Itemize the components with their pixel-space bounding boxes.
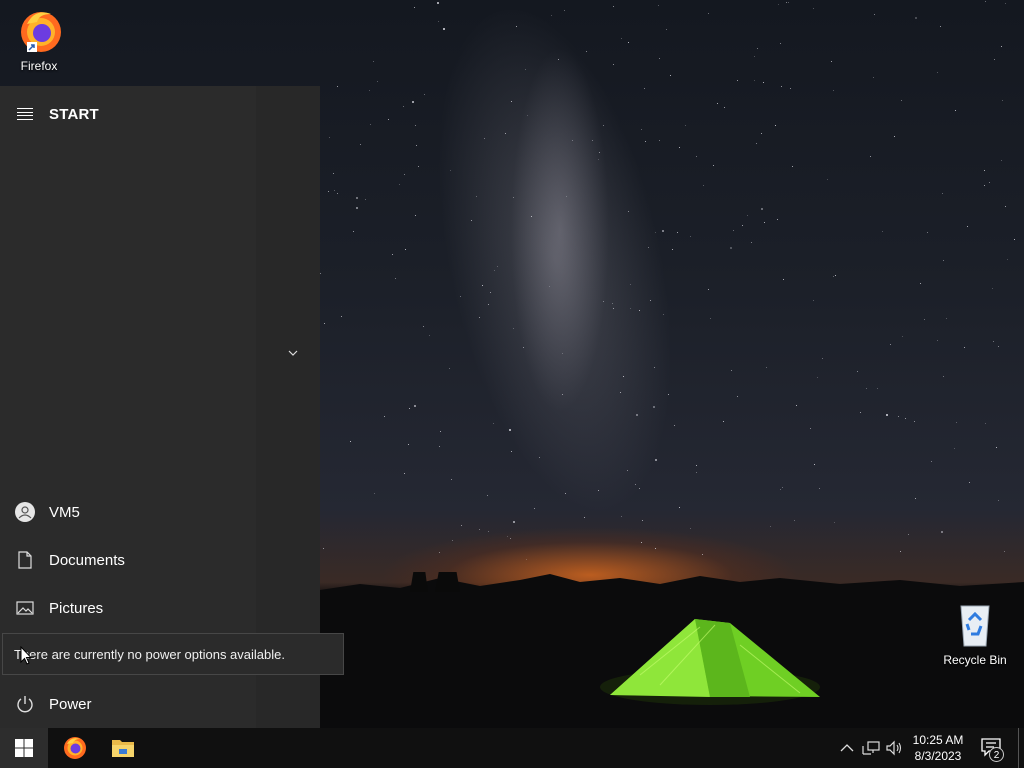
start-button[interactable] [0,728,48,768]
network-icon[interactable] [862,740,880,756]
start-item-label: Power [49,695,92,713]
taskbar-file-explorer-button[interactable] [99,728,147,768]
power-options-tooltip: There are currently no power options ava… [2,633,344,675]
folder-icon [112,740,134,757]
document-icon [14,549,36,571]
taskbar-firefox-button[interactable] [51,728,99,768]
notification-count-badge: 2 [989,747,1004,762]
start-title: START [49,105,99,123]
tent [600,619,820,705]
firefox-icon [21,12,61,52]
start-item-label: VM5 [49,503,80,521]
chevron-down-icon[interactable] [286,348,300,358]
show-desktop-button[interactable] [1018,728,1024,768]
pictures-icon [14,597,36,619]
taskbar: 10:25 AM 8/3/2023 2 [0,728,1024,768]
hamburger-menu-icon[interactable] [17,108,33,120]
start-item-user-vm5[interactable]: VM5 [0,490,256,534]
start-item-power[interactable]: Power [0,682,256,726]
clock-time: 10:25 AM [912,733,964,747]
start-item-pictures[interactable]: Pictures [0,586,256,630]
mouse-cursor-icon [20,646,32,665]
start-item-label: Pictures [49,599,104,617]
start-menu-rail [0,86,256,728]
system-clock[interactable]: 10:25 AM 8/3/2023 [906,732,970,764]
firefox-desktop-shortcut[interactable]: Firefox [4,6,74,73]
start-menu-tiles-area [256,86,320,728]
windows-logo-icon [15,739,33,757]
start-item-label: Documents [49,551,125,569]
start-menu: START VM5 Documents Pictures Power [0,86,320,728]
firefox-icon [64,737,86,759]
start-item-documents[interactable]: Documents [0,538,256,582]
chevron-up-icon[interactable] [838,740,856,756]
recycle-bin-desktop-icon[interactable]: Recycle Bin [940,600,1010,667]
volume-icon[interactable] [885,740,903,756]
clock-date: 8/3/2023 [914,749,962,763]
start-header[interactable]: START [0,100,256,128]
desktop-icon-label: Recycle Bin [943,653,1007,667]
user-icon [14,501,36,523]
recycle-bin-icon [960,605,990,647]
power-icon [14,693,36,715]
desktop-icon-label: Firefox [20,59,58,73]
